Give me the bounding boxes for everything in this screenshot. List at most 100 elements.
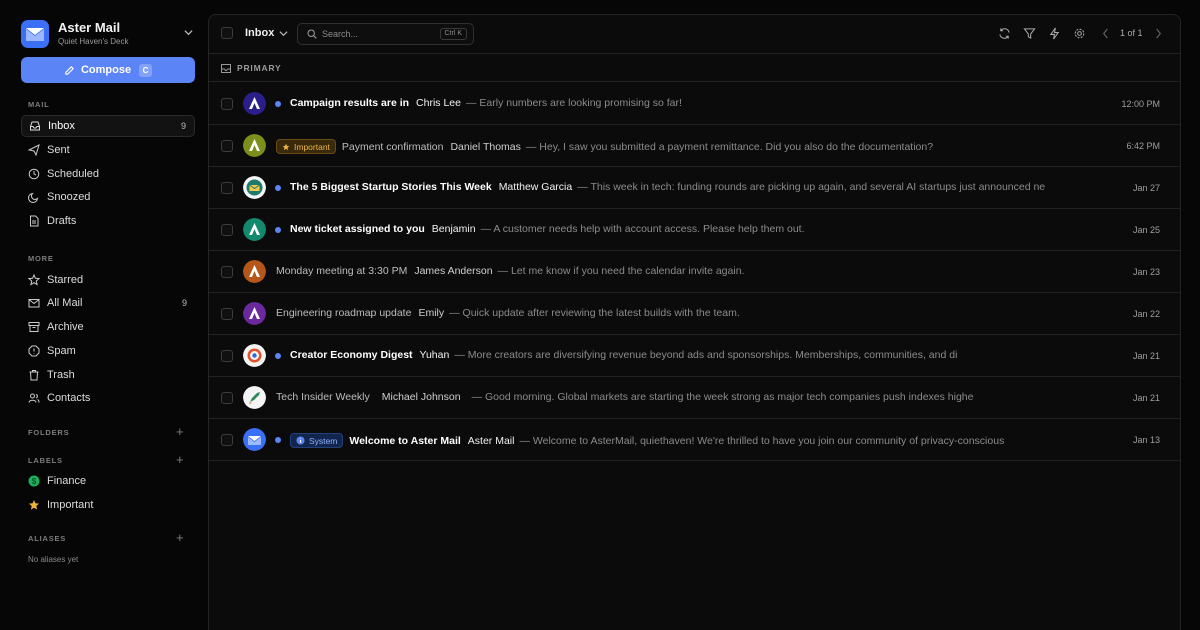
email-date: Jan 25 bbox=[1132, 225, 1160, 235]
sidebar-item-scheduled[interactable]: Scheduled bbox=[21, 163, 195, 185]
mail-list-panel: Inbox Search... Ctrl K 1 of 1 PRIMARY Ca… bbox=[208, 14, 1181, 630]
email-subject: Creator Economy Digest bbox=[290, 349, 413, 361]
filter-icon[interactable] bbox=[1023, 27, 1036, 40]
system-badge: System bbox=[290, 433, 344, 448]
email-summary: Important Payment confirmation Daniel Th… bbox=[276, 139, 1100, 154]
sidebar-item-label: Scheduled bbox=[47, 168, 99, 180]
draft-icon bbox=[30, 215, 39, 227]
sidebar-item-all-mail[interactable]: All Mail 9 bbox=[21, 292, 195, 314]
chevron-right-icon[interactable] bbox=[1154, 27, 1163, 40]
sidebar-item-drafts[interactable]: Drafts bbox=[21, 210, 195, 232]
sidebar-item-finance[interactable]: $ Finance bbox=[21, 470, 195, 492]
chevron-left-icon[interactable] bbox=[1101, 27, 1110, 40]
sender-avatar bbox=[243, 92, 266, 115]
email-sender: Emily bbox=[418, 307, 445, 319]
email-subject: Monday meeting at 3:30 PM bbox=[276, 265, 408, 277]
row-checkbox[interactable] bbox=[221, 434, 233, 446]
email-snippet: — Early numbers are looking promising so… bbox=[466, 97, 682, 109]
contacts-icon bbox=[28, 393, 40, 403]
row-checkbox[interactable] bbox=[221, 266, 233, 278]
email-row[interactable]: Important Payment confirmation Daniel Th… bbox=[209, 125, 1180, 167]
email-row[interactable]: Monday meeting at 3:30 PM James Anderson… bbox=[209, 251, 1180, 293]
email-snippet: — Quick update after reviewing the lates… bbox=[449, 307, 740, 319]
email-sender: Chris Lee bbox=[416, 97, 461, 109]
email-date: Jan 21 bbox=[1132, 351, 1160, 361]
badge-label: Important bbox=[294, 141, 330, 152]
email-summary: The 5 Biggest Startup Stories This Week … bbox=[290, 181, 1045, 193]
sidebar-item-archive[interactable]: Archive bbox=[21, 316, 195, 338]
email-summary: System Welcome to Aster Mail Aster Mail … bbox=[290, 433, 1100, 448]
add-folder-button[interactable]: + bbox=[176, 425, 184, 438]
sidebar-item-label: Starred bbox=[47, 274, 84, 286]
email-date: Jan 27 bbox=[1132, 183, 1160, 193]
sidebar-item-contacts[interactable]: Contacts bbox=[21, 387, 195, 409]
email-snippet: — Good morning. Global markets are start… bbox=[471, 391, 974, 403]
refresh-icon[interactable] bbox=[998, 27, 1011, 40]
add-alias-button[interactable]: + bbox=[176, 531, 184, 544]
snooze-icon bbox=[28, 192, 39, 203]
email-snippet: — Welcome to AsterMail, quiethaven! We'r… bbox=[519, 434, 1005, 447]
email-row[interactable]: Creator Economy Digest Yuhan — More crea… bbox=[209, 335, 1180, 377]
inbox-icon bbox=[30, 121, 40, 131]
folder-selector[interactable]: Inbox bbox=[245, 27, 288, 39]
row-checkbox[interactable] bbox=[221, 98, 233, 110]
row-checkbox[interactable] bbox=[221, 392, 233, 404]
info-icon bbox=[296, 436, 305, 445]
email-date: Jan 23 bbox=[1132, 267, 1160, 277]
send-icon bbox=[28, 144, 40, 156]
sidebar-item-starred[interactable]: Starred bbox=[21, 269, 195, 291]
sender-avatar bbox=[243, 344, 266, 367]
email-subject: Payment confirmation bbox=[341, 140, 444, 153]
sidebar-item-trash[interactable]: Trash bbox=[21, 364, 195, 386]
email-row[interactable]: System Welcome to Aster Mail Aster Mail … bbox=[209, 419, 1180, 461]
row-checkbox[interactable] bbox=[221, 140, 233, 152]
sender-avatar bbox=[243, 134, 266, 157]
sidebar-item-label: Sent bbox=[47, 144, 70, 156]
primary-tab-label: PRIMARY bbox=[237, 63, 282, 73]
select-all-checkbox[interactable] bbox=[221, 27, 233, 39]
sidebar-item-important[interactable]: Important bbox=[21, 494, 195, 516]
search-input[interactable]: Search... Ctrl K bbox=[297, 23, 474, 45]
email-row[interactable]: Tech Insider Weekly Michael Johnson — Go… bbox=[209, 377, 1180, 419]
all-mail-icon bbox=[28, 299, 40, 308]
row-checkbox[interactable] bbox=[221, 350, 233, 362]
lightning-icon[interactable] bbox=[1048, 27, 1061, 40]
unread-indicator bbox=[275, 101, 281, 107]
email-sender: Yuhan bbox=[419, 349, 450, 361]
email-snippet: — This week in tech: funding rounds are … bbox=[577, 181, 1045, 193]
unread-indicator bbox=[275, 353, 281, 359]
folder-selector-label: Inbox bbox=[245, 27, 275, 39]
email-sender: Daniel Thomas bbox=[450, 140, 521, 153]
compose-button[interactable]: Compose C bbox=[21, 57, 195, 83]
star-icon bbox=[282, 143, 290, 150]
sidebar-item-spam[interactable]: Spam bbox=[21, 340, 195, 362]
email-subject: Engineering roadmap update bbox=[276, 307, 412, 319]
row-checkbox[interactable] bbox=[221, 308, 233, 320]
sidebar-item-inbox[interactable]: Inbox 9 bbox=[21, 115, 195, 137]
email-summary: Tech Insider Weekly Michael Johnson — Go… bbox=[276, 391, 1086, 403]
row-checkbox[interactable] bbox=[221, 182, 233, 194]
sidebar-item-label: Contacts bbox=[47, 392, 91, 404]
email-row[interactable]: Campaign results are in Chris Lee — Earl… bbox=[209, 83, 1180, 125]
gear-icon[interactable] bbox=[1073, 27, 1086, 40]
sidebar-item-label: Spam bbox=[47, 345, 76, 357]
toolbar: Inbox Search... Ctrl K 1 of 1 bbox=[209, 15, 1180, 54]
sidebar-item-sent[interactable]: Sent bbox=[21, 139, 195, 161]
email-row[interactable]: New ticket assigned to you Benjamin — A … bbox=[209, 209, 1180, 251]
email-sender: James Anderson bbox=[414, 265, 493, 277]
primary-tab[interactable]: PRIMARY bbox=[209, 55, 1180, 82]
sidebar: Aster Mail Quiet Haven's Deck Compose C … bbox=[0, 0, 207, 630]
sender-avatar bbox=[243, 428, 266, 451]
search-icon bbox=[307, 29, 317, 39]
archive-icon bbox=[28, 322, 40, 332]
sidebar-item-label: Trash bbox=[47, 369, 75, 381]
email-row[interactable]: Engineering roadmap update Emily — Quick… bbox=[209, 293, 1180, 335]
account-switcher[interactable]: Aster Mail Quiet Haven's Deck bbox=[21, 18, 201, 50]
sidebar-item-snoozed[interactable]: Snoozed bbox=[21, 186, 195, 208]
star-icon bbox=[29, 500, 39, 510]
email-snippet: — Hey, I saw you submitted a payment rem… bbox=[525, 140, 934, 153]
row-checkbox[interactable] bbox=[221, 224, 233, 236]
pagination-label: 1 of 1 bbox=[1120, 28, 1143, 38]
email-row[interactable]: The 5 Biggest Startup Stories This Week … bbox=[209, 167, 1180, 209]
add-label-button[interactable]: + bbox=[176, 453, 184, 466]
